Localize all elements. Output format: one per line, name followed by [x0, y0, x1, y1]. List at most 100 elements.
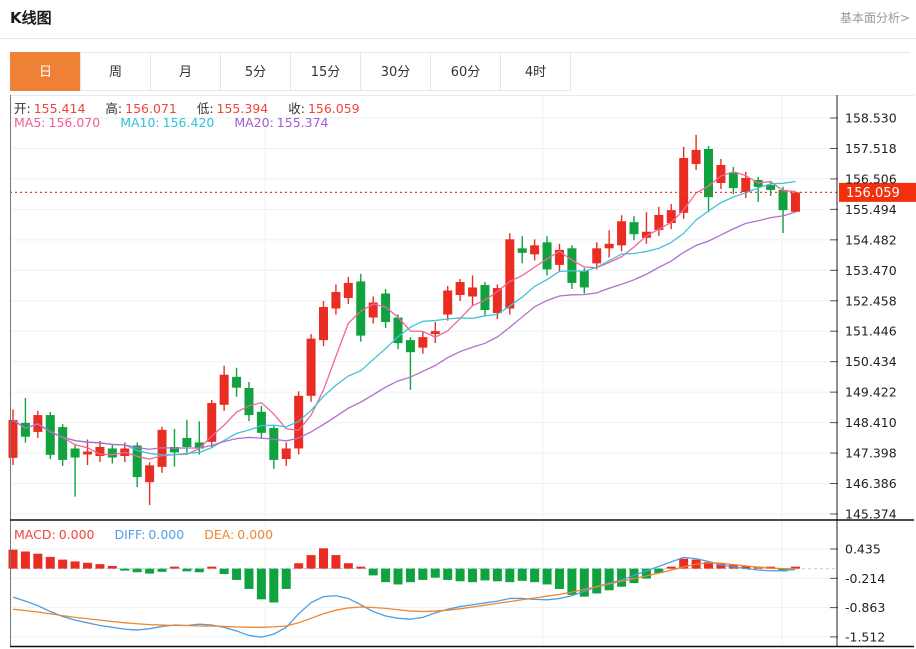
- period-tab-15分[interactable]: 15分: [290, 52, 361, 91]
- macd-bar: [418, 568, 428, 580]
- fundamental-analysis-link[interactable]: 基本面分析>: [840, 9, 910, 26]
- svg-text:146.386: 146.386: [845, 476, 897, 491]
- candle-body: [244, 387, 254, 416]
- macd-bar: [480, 568, 490, 581]
- macd-bar: [20, 551, 30, 569]
- macd-histogram: [8, 548, 800, 603]
- candle-body: [343, 282, 353, 298]
- macd-bar: [157, 568, 167, 572]
- candle-body: [443, 290, 453, 315]
- kline-chart-area: 156.059 158.530 157.518 156.506 155.494 154.4…: [0, 95, 916, 649]
- period-tab-周[interactable]: 周: [80, 52, 151, 91]
- svg-text:153.470: 153.470: [845, 263, 897, 278]
- svg-text:0.435: 0.435: [845, 542, 881, 557]
- candle-body: [107, 448, 117, 458]
- macd-bar: [145, 568, 155, 574]
- ma20-label: MA20:: [234, 115, 274, 130]
- period-tab-日[interactable]: 日: [10, 52, 81, 91]
- ma10-line: [12, 180, 796, 456]
- candle-body: [232, 376, 242, 388]
- macd-bar: [232, 568, 242, 580]
- macd-bar: [405, 568, 415, 583]
- macd-legend: MACD: 0.000 DIFF: 0.000 DEA: 0.000: [14, 527, 273, 542]
- candle-body: [592, 248, 602, 264]
- macd-bar: [45, 556, 55, 569]
- ma5-label: MA5:: [14, 115, 46, 130]
- candle-body: [70, 448, 80, 458]
- period-tab-5分[interactable]: 5分: [220, 52, 291, 91]
- macd-axis: 0.435 -0.214 -0.863 -1.512: [830, 542, 885, 644]
- dea-line: [12, 562, 796, 628]
- candle-body: [455, 282, 465, 295]
- period-tab-4时[interactable]: 4时: [500, 52, 571, 91]
- macd-bar: [617, 568, 627, 587]
- svg-text:156.059: 156.059: [846, 186, 900, 201]
- macd-bar: [343, 563, 353, 569]
- macd-bar: [505, 568, 515, 583]
- open-value: 155.414: [33, 101, 86, 116]
- macd-bar: [58, 559, 68, 569]
- candle-body: [405, 340, 415, 353]
- macd-bar: [443, 568, 453, 580]
- candle-body: [256, 411, 266, 433]
- macd-bar: [331, 555, 341, 569]
- macd-bar: [8, 549, 18, 569]
- candle-body: [716, 164, 726, 184]
- candle-body: [517, 248, 527, 253]
- macd-bar: [356, 566, 366, 569]
- macd-bar: [368, 568, 378, 576]
- period-tab-月[interactable]: 月: [150, 52, 221, 91]
- candle-body: [530, 245, 540, 255]
- low-value: 155.394: [216, 101, 269, 116]
- macd-bar: [542, 568, 552, 585]
- candle-body: [790, 192, 800, 212]
- macd-bar: [219, 568, 229, 575]
- macd-bar: [306, 555, 316, 569]
- svg-text:150.434: 150.434: [845, 354, 897, 369]
- macd-bar: [70, 561, 80, 569]
- macd-bar: [120, 568, 130, 571]
- svg-text:148.410: 148.410: [845, 415, 897, 430]
- period-tab-60分[interactable]: 60分: [430, 52, 501, 91]
- dea-value: 0.000: [237, 527, 274, 542]
- macd-bar: [592, 568, 602, 594]
- candle-body: [430, 331, 440, 335]
- svg-text:-0.214: -0.214: [845, 571, 885, 586]
- candle-body: [704, 149, 714, 198]
- candle-body: [567, 248, 577, 283]
- svg-text:145.374: 145.374: [845, 506, 897, 521]
- macd-bar: [132, 568, 142, 573]
- candle-body: [219, 374, 229, 405]
- macd-bar: [530, 568, 540, 583]
- svg-text:156.506: 156.506: [845, 171, 897, 186]
- candle-body: [306, 338, 316, 396]
- close-value: 156.059: [307, 101, 360, 116]
- macd-bar: [294, 563, 304, 569]
- svg-text:-1.512: -1.512: [845, 629, 885, 644]
- candle-body: [418, 337, 428, 348]
- macd-bar: [107, 565, 117, 569]
- low-label: 低:: [196, 101, 214, 116]
- macd-bar: [95, 564, 105, 569]
- candle-body: [182, 437, 192, 447]
- macd-bar: [194, 568, 204, 573]
- macd-bar: [492, 568, 502, 582]
- svg-text:147.398: 147.398: [845, 446, 897, 461]
- macd-bar: [468, 568, 478, 583]
- macd-bar: [281, 568, 291, 589]
- page-title: K线图: [10, 9, 52, 27]
- macd-bar: [33, 553, 43, 569]
- ma-legend: MA5: 156.070 MA10: 156.420 MA20: 155.374: [14, 115, 329, 130]
- high-label: 高:: [105, 101, 123, 116]
- candle-body: [579, 270, 589, 288]
- svg-text:155.494: 155.494: [845, 202, 897, 217]
- candle-body: [468, 287, 478, 297]
- high-value: 156.071: [125, 101, 177, 116]
- kline-chart[interactable]: 156.059 158.530 157.518 156.506 155.494 154.4…: [0, 95, 916, 649]
- candle-body: [319, 307, 328, 341]
- macd-label: MACD:: [14, 527, 56, 542]
- candle-body: [145, 465, 155, 483]
- period-tab-30分[interactable]: 30分: [360, 52, 431, 91]
- candle-body: [8, 419, 18, 458]
- macd-bar: [393, 568, 403, 585]
